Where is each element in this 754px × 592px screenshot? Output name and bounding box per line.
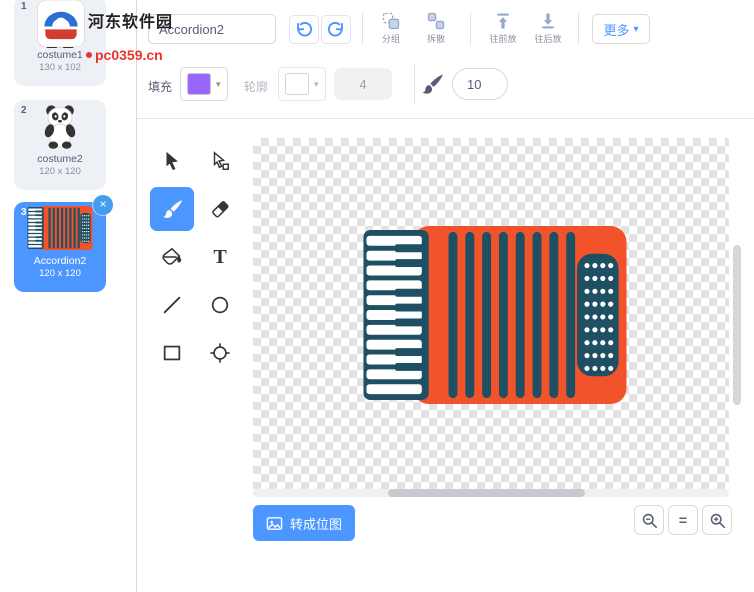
paint-editor-window: 1 costume1 130 x 102 2 costume2 120 x 12… <box>0 0 754 592</box>
toolbar-divider <box>578 13 579 45</box>
costume-name: Accordion2 <box>33 255 87 267</box>
send-backward-icon <box>542 13 554 29</box>
text-tool-icon: T <box>213 245 227 268</box>
costume-name: costume1 <box>37 49 83 61</box>
costume-number: 2 <box>21 105 27 116</box>
line-icon <box>163 296 181 314</box>
circle-icon <box>211 296 229 314</box>
toolbar-separator-line <box>137 118 754 119</box>
brush-size-input[interactable] <box>452 68 508 100</box>
horizontal-scrollbar-thumb[interactable] <box>388 489 585 497</box>
delete-costume-button[interactable]: × <box>93 195 113 215</box>
undo-icon <box>297 21 313 37</box>
select-arrow-icon <box>166 151 178 171</box>
toolbar-divider <box>470 13 471 45</box>
convert-to-bitmap-label: 转成位图 <box>290 516 343 532</box>
outline-color-swatch <box>285 73 309 95</box>
fill-color-picker[interactable]: ▾ <box>180 67 228 101</box>
costume-size: 120 x 120 <box>39 268 81 279</box>
tool-palette: T <box>150 139 242 375</box>
tool-text[interactable]: T <box>198 235 242 279</box>
zoom-reset-button[interactable]: = <box>668 505 698 535</box>
outline-color-picker: ▾ <box>278 67 326 101</box>
close-icon: × <box>99 197 107 211</box>
costume-card-3-selected[interactable]: 3 Accordion2 120 x 120 × <box>14 195 113 292</box>
tool-center[interactable] <box>198 331 242 375</box>
zoom-reset-icon: = <box>678 512 688 528</box>
tool-fill[interactable] <box>150 235 194 279</box>
paint-canvas[interactable] <box>253 138 729 489</box>
redo-button[interactable] <box>321 15 351 44</box>
ungroup-icon <box>427 12 445 30</box>
tool-rectangle[interactable] <box>150 331 194 375</box>
costume-size: 130 x 102 <box>39 62 81 73</box>
convert-to-bitmap-button[interactable]: 转成位图 <box>253 505 356 541</box>
undo-button[interactable] <box>289 15 319 44</box>
zoom-controls: = <box>634 505 732 535</box>
ungroup-button[interactable]: 拆散 <box>416 11 456 45</box>
tool-circle[interactable] <box>198 283 242 327</box>
redo-icon <box>327 21 343 37</box>
zoom-in-icon <box>710 513 725 528</box>
bring-forward-label: 往前放 <box>489 34 517 44</box>
tool-line[interactable] <box>150 283 194 327</box>
chevron-down-icon: ▾ <box>314 78 319 89</box>
group-button[interactable]: 分组 <box>371 11 411 45</box>
fill-label: 填充 <box>148 80 173 94</box>
toolbar-divider <box>414 64 415 104</box>
outline-width-input <box>334 68 392 100</box>
crosshair-icon <box>210 343 230 363</box>
reshape-arrow-icon <box>213 151 229 170</box>
toolbar-divider <box>362 13 363 45</box>
group-icon <box>382 12 400 30</box>
costume-thumbnail-panda <box>14 100 106 152</box>
tool-select[interactable] <box>150 139 194 183</box>
zoom-in-button[interactable] <box>702 505 732 535</box>
outline-label: 轮廓 <box>244 80 269 94</box>
more-label: 更多 <box>603 22 630 38</box>
costume-card-2[interactable]: 2 costume2 120 x 120 <box>14 100 106 190</box>
zoom-out-button[interactable] <box>634 505 664 535</box>
bring-forward-icon <box>497 13 509 29</box>
ungroup-label: 拆散 <box>426 34 445 44</box>
bring-forward-button[interactable]: 往前放 <box>483 11 523 45</box>
eraser-icon <box>212 201 229 218</box>
costume-name: costume2 <box>37 153 83 165</box>
fill-bucket-icon <box>162 247 182 265</box>
chevron-down-icon: ▾ <box>633 23 639 35</box>
tool-reshape[interactable] <box>198 139 242 183</box>
costume-thumbnail-panda <box>14 0 106 48</box>
bitmap-icon <box>266 516 283 530</box>
chevron-down-icon: ▾ <box>216 78 221 89</box>
send-backward-label: 往后放 <box>534 34 562 44</box>
fill-color-swatch <box>187 73 211 95</box>
costume-number: 3 <box>21 207 27 218</box>
vertical-scrollbar-thumb[interactable] <box>733 245 741 405</box>
accordion-artwork <box>363 226 627 404</box>
rectangle-icon <box>163 345 181 361</box>
costume-name-input[interactable] <box>148 14 276 44</box>
group-label: 分组 <box>381 34 400 44</box>
costume-thumbnail-accordion <box>14 202 106 254</box>
brush-icon <box>162 199 182 218</box>
costume-card-1[interactable]: 1 costume1 130 x 102 <box>14 0 106 86</box>
costume-size: 120 x 120 <box>39 166 81 177</box>
costume-number: 1 <box>21 1 27 12</box>
tool-brush[interactable] <box>150 187 194 231</box>
tool-eraser[interactable] <box>198 187 242 231</box>
zoom-out-icon <box>642 513 657 528</box>
more-button[interactable]: 更多 ▾ <box>592 14 650 44</box>
costume-list-panel: 1 costume1 130 x 102 2 costume2 120 x 12… <box>0 0 137 592</box>
send-backward-button[interactable]: 往后放 <box>528 11 568 45</box>
brush-size-icon <box>422 74 443 94</box>
